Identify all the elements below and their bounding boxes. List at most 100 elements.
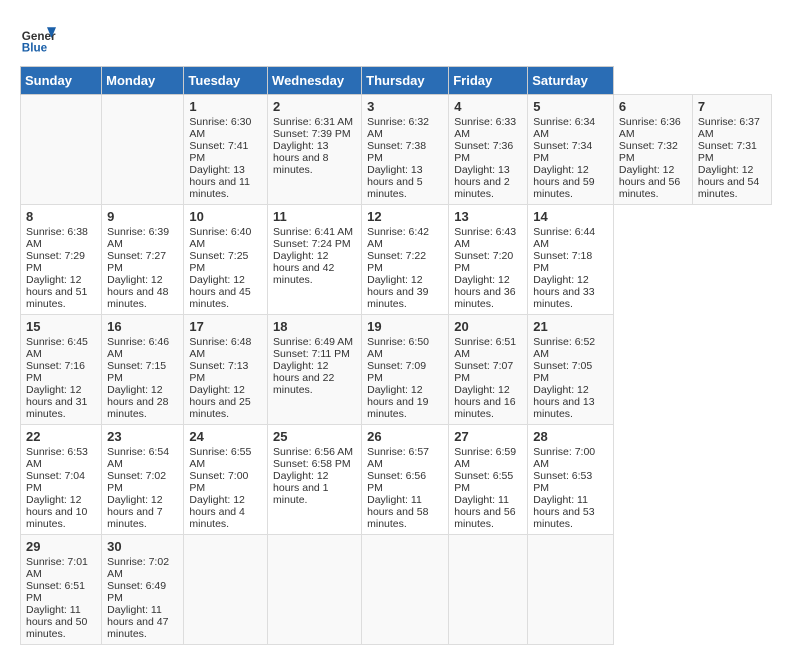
calendar-cell: 6Sunrise: 6:36 AMSunset: 7:32 PMDaylight… (613, 95, 692, 205)
day-number: 4 (454, 99, 522, 114)
cell-info: Sunset: 7:29 PM (26, 250, 96, 274)
cell-info: Daylight: 12 hours and 10 minutes. (26, 494, 96, 530)
cell-info: Sunset: 7:24 PM (273, 238, 356, 250)
cell-info: Daylight: 12 hours and 45 minutes. (189, 274, 262, 310)
calendar-cell: 25Sunrise: 6:56 AMSunset: 6:58 PMDayligh… (268, 425, 362, 535)
calendar-cell (184, 535, 268, 645)
day-number: 21 (533, 319, 608, 334)
cell-info: Daylight: 12 hours and 19 minutes. (367, 384, 443, 420)
cell-info: Sunrise: 6:40 AM (189, 226, 262, 250)
calendar-cell: 13 Sunrise: 6:43 AMSunset: 7:20 PMDayligh… (449, 205, 528, 315)
calendar-cell: 21Sunrise: 6:52 AMSunset: 7:05 PMDayligh… (528, 315, 614, 425)
day-number: 18 (273, 319, 356, 334)
cell-info: Daylight: 12 hours and 48 minutes. (107, 274, 178, 310)
cell-info: Sunset: 7:36 PM (454, 140, 522, 164)
cell-info: Daylight: 12 hours and 33 minutes. (533, 274, 608, 310)
calendar-cell (449, 535, 528, 645)
cell-info: Sunrise: 6:48 AM (189, 336, 262, 360)
calendar-cell: 11Sunrise: 6:41 AMSunset: 7:24 PMDayligh… (268, 205, 362, 315)
cell-info: Sunset: 6:49 PM (107, 580, 178, 604)
cell-info: Daylight: 12 hours and 39 minutes. (367, 274, 443, 310)
cell-info: Daylight: 12 hours and 59 minutes. (533, 164, 608, 200)
calendar-cell: 10 Sunrise: 6:40 AMSunset: 7:25 PMDayligh… (184, 205, 268, 315)
calendar-cell (268, 535, 362, 645)
calendar-week-1: 8 Sunrise: 6:38 AMSunset: 7:29 PM Daylight… (21, 205, 772, 315)
day-number: 8 (26, 209, 96, 224)
cell-info: Sunset: 7:27 PM (107, 250, 178, 274)
day-number: 11 (273, 209, 356, 224)
calendar-cell: 7Sunrise: 6:37 AMSunset: 7:31 PMDaylight… (692, 95, 771, 205)
calendar-cell: 3Sunrise: 6:32 AMSunset: 7:38 PMDaylight… (362, 95, 449, 205)
cell-info: Sunrise: 6:39 AM (107, 226, 178, 250)
cell-info: Sunset: 7:15 PM (107, 360, 178, 384)
cell-info: Sunrise: 6:59 AM (454, 446, 522, 470)
day-number: 10 (189, 209, 262, 224)
calendar-cell: 26Sunrise: 6:57 AMSunset: 6:56 PMDayligh… (362, 425, 449, 535)
day-number: 17 (189, 319, 262, 334)
weekday-monday: Monday (102, 67, 184, 95)
cell-info: Daylight: 12 hours and 7 minutes. (107, 494, 178, 530)
cell-info: Sunset: 7:31 PM (698, 140, 766, 164)
day-number: 5 (533, 99, 608, 114)
cell-info: Sunset: 7:25 PM (189, 250, 262, 274)
day-number: 9 (107, 209, 178, 224)
calendar-cell: 5Sunrise: 6:34 AMSunset: 7:34 PMDaylight… (528, 95, 614, 205)
day-number: 29 (26, 539, 96, 554)
calendar-week-2: 15Sunrise: 6:45 AMSunset: 7:16 PMDayligh… (21, 315, 772, 425)
day-number: 13 (454, 209, 522, 224)
cell-info: Sunrise: 7:00 AM (533, 446, 608, 470)
cell-info: Sunrise: 6:52 AM (533, 336, 608, 360)
calendar-cell: 24Sunrise: 6:55 AMSunset: 7:00 PMDayligh… (184, 425, 268, 535)
cell-info: Sunrise: 6:57 AM (367, 446, 443, 470)
day-number: 22 (26, 429, 96, 444)
calendar-cell (21, 95, 102, 205)
cell-info: Sunrise: 6:44 AM (533, 226, 608, 250)
cell-info: Sunset: 7:16 PM (26, 360, 96, 384)
cell-info: Sunrise: 6:43 AM (454, 226, 522, 250)
calendar-cell: 16Sunrise: 6:46 AMSunset: 7:15 PMDayligh… (102, 315, 184, 425)
calendar-cell (102, 95, 184, 205)
cell-info: Daylight: 12 hours and 36 minutes. (454, 274, 522, 310)
cell-info: Sunrise: 6:37 AM (698, 116, 766, 140)
cell-info: Sunset: 7:02 PM (107, 470, 178, 494)
cell-info: Sunrise: 6:38 AM (26, 226, 96, 250)
day-number: 23 (107, 429, 178, 444)
cell-info: Sunset: 7:09 PM (367, 360, 443, 384)
cell-info: Daylight: 12 hours and 1 minute. (273, 470, 356, 506)
calendar-cell: 4 Sunrise: 6:33 AMSunset: 7:36 PMDaylight… (449, 95, 528, 205)
calendar-cell: 18Sunrise: 6:49 AMSunset: 7:11 PMDayligh… (268, 315, 362, 425)
weekday-friday: Friday (449, 67, 528, 95)
weekday-thursday: Thursday (362, 67, 449, 95)
day-number: 7 (698, 99, 766, 114)
day-number: 15 (26, 319, 96, 334)
cell-info: Sunrise: 7:02 AM (107, 556, 178, 580)
cell-info: Daylight: 12 hours and 42 minutes. (273, 250, 356, 286)
cell-info: Daylight: 11 hours and 47 minutes. (107, 604, 178, 640)
cell-info: Sunrise: 6:36 AM (619, 116, 687, 140)
cell-info: Sunrise: 6:33 AM (454, 116, 522, 140)
calendar-cell: 1Sunrise: 6:30 AMSunset: 7:41 PMDaylight… (184, 95, 268, 205)
day-number: 14 (533, 209, 608, 224)
cell-info: Sunset: 6:56 PM (367, 470, 443, 494)
cell-info: Daylight: 13 hours and 2 minutes. (454, 164, 522, 200)
cell-info: Sunset: 6:58 PM (273, 458, 356, 470)
cell-info: Daylight: 12 hours and 25 minutes. (189, 384, 262, 420)
cell-info: Sunset: 6:55 PM (454, 470, 522, 494)
cell-info: Sunset: 7:05 PM (533, 360, 608, 384)
calendar-body: 1Sunrise: 6:30 AMSunset: 7:41 PMDaylight… (21, 95, 772, 645)
day-number: 26 (367, 429, 443, 444)
calendar-cell: 20Sunrise: 6:51 AMSunset: 7:07 PMDayligh… (449, 315, 528, 425)
cell-info: Sunset: 7:04 PM (26, 470, 96, 494)
cell-info: Sunrise: 6:34 AM (533, 116, 608, 140)
svg-text:Blue: Blue (22, 42, 48, 55)
cell-info: Sunset: 7:39 PM (273, 128, 356, 140)
cell-info: Sunset: 7:11 PM (273, 348, 356, 360)
day-number: 16 (107, 319, 178, 334)
cell-info: Sunset: 7:13 PM (189, 360, 262, 384)
cell-info: Daylight: 12 hours and 56 minutes. (619, 164, 687, 200)
calendar-week-0: 1Sunrise: 6:30 AMSunset: 7:41 PMDaylight… (21, 95, 772, 205)
cell-info: Sunrise: 6:49 AM (273, 336, 356, 348)
day-number: 1 (189, 99, 262, 114)
day-number: 6 (619, 99, 687, 114)
cell-info: Sunset: 7:20 PM (454, 250, 522, 274)
